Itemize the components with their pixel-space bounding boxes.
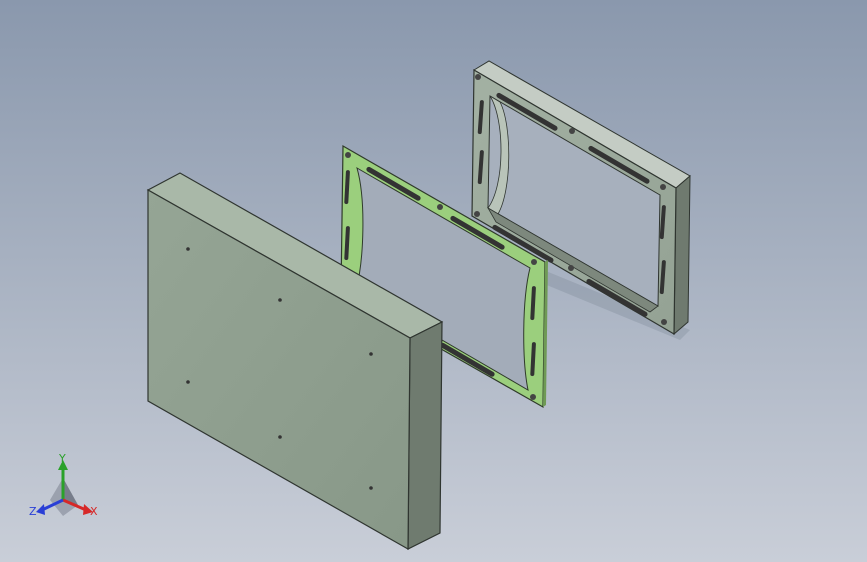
triad-x-label: X xyxy=(90,505,98,518)
model-scene[interactable]: Y X Z xyxy=(0,0,867,562)
cad-viewport[interactable]: Y X Z xyxy=(0,0,867,562)
triad-z-label: Z xyxy=(29,505,37,518)
coordinate-triad-icon: Y X Z xyxy=(29,452,98,518)
triad-y-label: Y xyxy=(58,452,66,465)
